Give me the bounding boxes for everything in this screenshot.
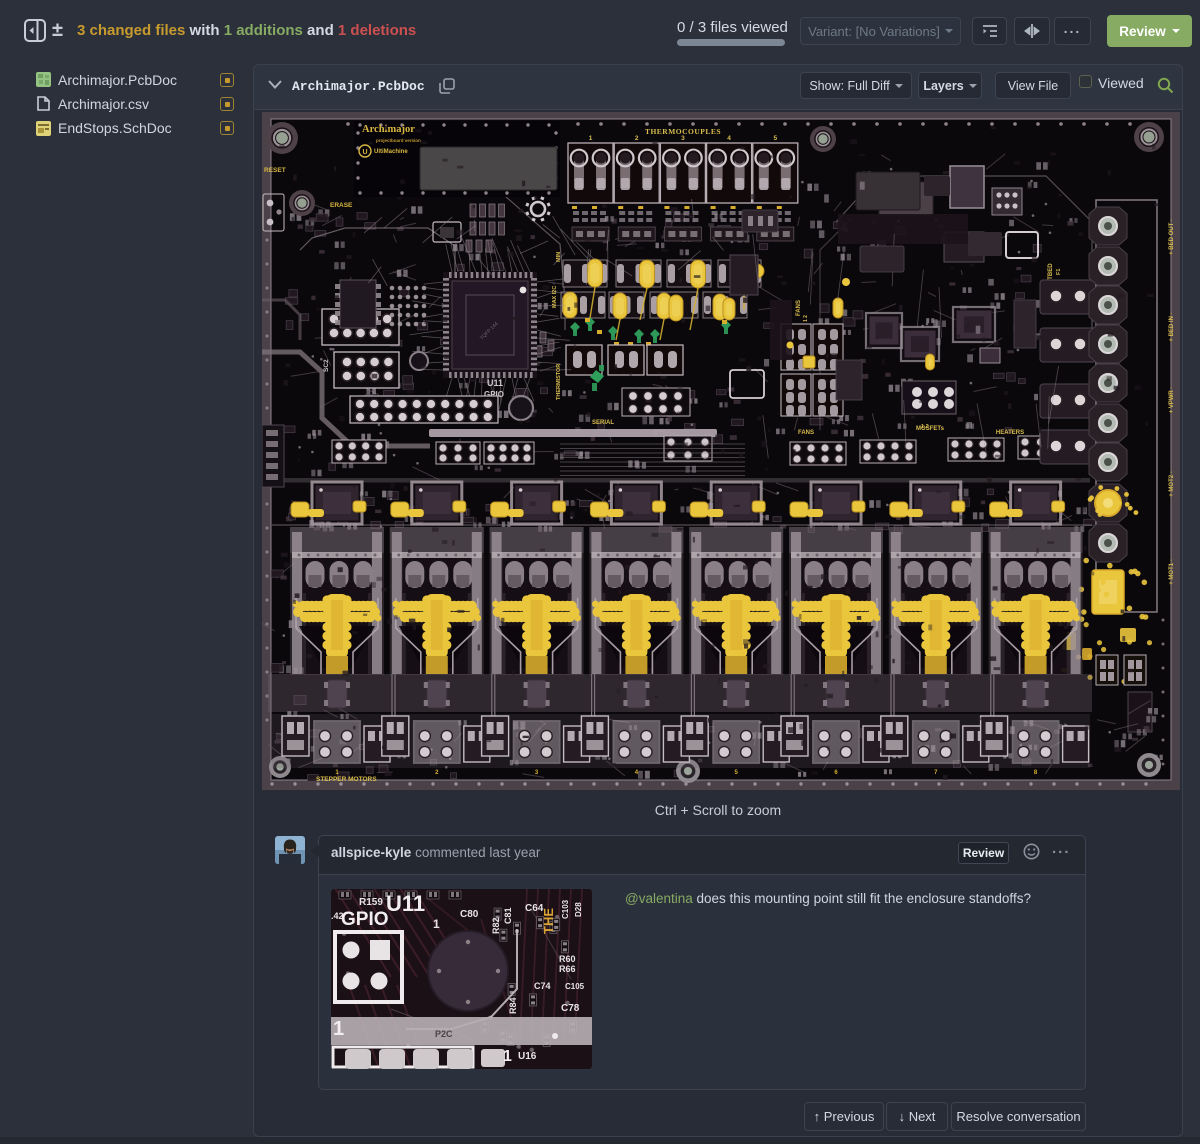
svg-text:1 2: 1 2 xyxy=(921,424,929,430)
svg-text:RESET: RESET xyxy=(264,167,286,174)
svg-text:+ MOT1 -: + MOT1 - xyxy=(1169,559,1175,585)
svg-text:U11: U11 xyxy=(487,378,503,388)
svg-text:C81: C81 xyxy=(503,907,513,924)
svg-text:1: 1 xyxy=(433,917,440,931)
svg-text:+ BED OUT -: + BED OUT - xyxy=(1169,219,1175,255)
svg-text:HEATERS: HEATERS xyxy=(996,430,1024,436)
svg-text:FANS: FANS xyxy=(796,300,802,316)
svg-text:C80: C80 xyxy=(460,909,479,920)
svg-text:U16: U16 xyxy=(518,1051,537,1062)
svg-text:GPIO: GPIO xyxy=(341,909,389,930)
svg-text:SERIAL: SERIAL xyxy=(592,420,614,426)
svg-text:UltiMachine: UltiMachine xyxy=(374,149,408,155)
svg-text:R159: R159 xyxy=(359,897,383,908)
svg-text:F1: F1 xyxy=(1056,269,1062,275)
svg-text:4: 4 xyxy=(727,135,731,142)
svg-text:C103: C103 xyxy=(561,899,570,919)
svg-text:C105: C105 xyxy=(565,982,585,991)
svg-text:+ VPWR -: + VPWR - xyxy=(1169,387,1175,414)
svg-text:C78: C78 xyxy=(561,1003,580,1014)
svg-text:1 2: 1 2 xyxy=(803,315,809,322)
svg-text:+ BED IN -: + BED IN - xyxy=(1169,312,1175,341)
svg-text:U11: U11 xyxy=(386,891,425,916)
svg-text:R84: R84 xyxy=(508,997,518,1014)
svg-text:+ MOT2 -: + MOT2 - xyxy=(1169,471,1175,497)
svg-text:FANS: FANS xyxy=(798,430,814,436)
svg-text:R82: R82 xyxy=(491,917,501,934)
svg-text:D28: D28 xyxy=(574,902,583,917)
svg-text:R60: R60 xyxy=(559,954,576,964)
svg-text:3: 3 xyxy=(681,135,685,142)
svg-text:1: 1 xyxy=(333,1018,344,1040)
svg-text:.42: .42 xyxy=(331,911,344,921)
svg-text:THERMISTOR: THERMISTOR xyxy=(556,364,562,400)
svg-text:P2C: P2C xyxy=(435,1029,453,1039)
svg-text:Archimajor: Archimajor xyxy=(362,124,415,135)
svg-text:C74: C74 xyxy=(534,981,551,991)
svg-text:STEPPER MOTORS: STEPPER MOTORS xyxy=(316,776,377,783)
svg-text:1: 1 xyxy=(503,1048,512,1065)
svg-text:projectboard version: projectboard version xyxy=(376,138,421,143)
svg-text:2: 2 xyxy=(635,135,639,142)
svg-text:5: 5 xyxy=(773,135,777,142)
svg-text:THE: THE xyxy=(541,908,556,934)
svg-text:ERASE: ERASE xyxy=(330,202,353,209)
svg-text:U: U xyxy=(362,149,367,156)
svg-text:MAX I2C: MAX I2C xyxy=(552,286,558,308)
svg-text:SC2: SC2 xyxy=(323,359,330,372)
svg-text:R66: R66 xyxy=(559,964,576,974)
svg-text:1: 1 xyxy=(589,135,593,142)
